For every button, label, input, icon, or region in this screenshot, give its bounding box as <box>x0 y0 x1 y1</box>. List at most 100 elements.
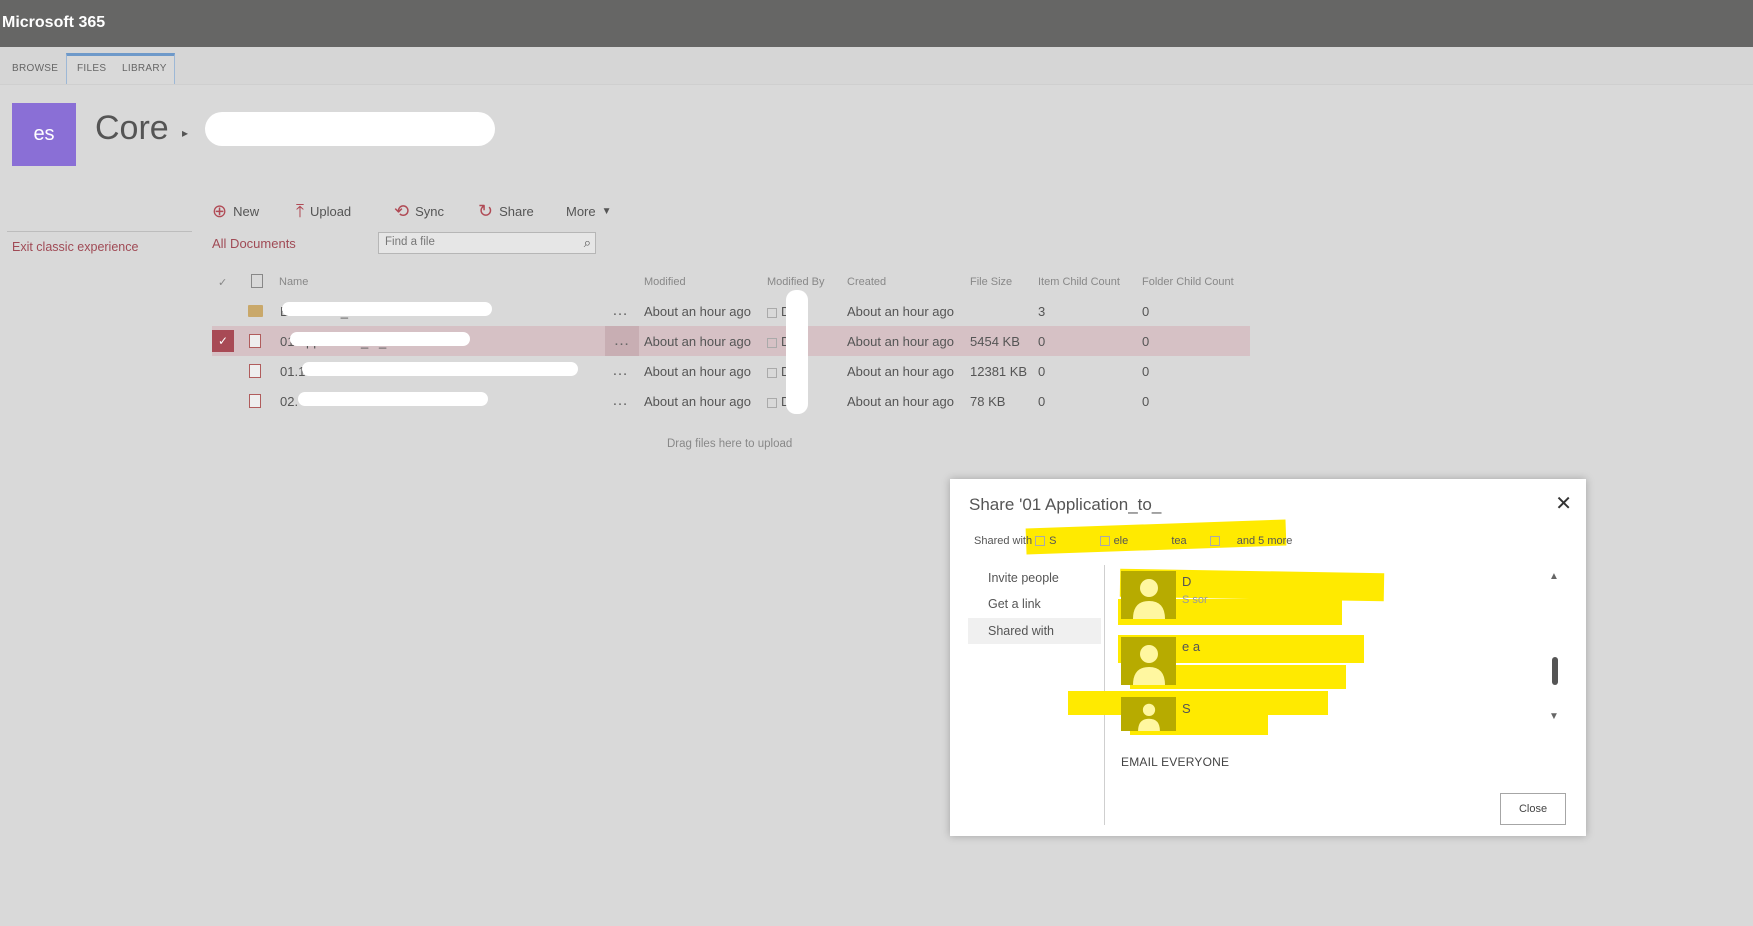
shared-with-summary: Shared with S ele tea and 5 more <box>974 535 1293 547</box>
row-folder-child-count: 0 <box>1142 364 1150 379</box>
row-modified: About an hour ago <box>644 334 751 349</box>
row-file-size: 78 KB <box>970 394 1006 409</box>
close-icon[interactable]: ✕ <box>1555 491 1572 516</box>
close-button[interactable]: Close <box>1500 793 1566 825</box>
search-icon[interactable]: ⌕ <box>584 235 591 251</box>
row-item-child-count: 0 <box>1038 394 1046 409</box>
row-checkbox-checked[interactable]: ✓ <box>212 330 234 352</box>
tab-browse[interactable]: BROWSE <box>12 55 58 83</box>
upload-button[interactable]: ⤒ Upload <box>296 201 351 221</box>
avatar[interactable] <box>1121 637 1176 685</box>
ellipsis-menu-icon[interactable]: … <box>605 326 639 356</box>
tab-library[interactable]: LIBRARY <box>122 55 167 83</box>
avatar[interactable] <box>1121 571 1176 619</box>
redaction-scribble <box>298 392 488 406</box>
exit-classic-link[interactable]: Exit classic experience <box>12 240 138 254</box>
sync-button[interactable]: ⟲ Sync <box>394 201 444 221</box>
row-item-child-count: 3 <box>1038 304 1046 319</box>
person-icon <box>1138 703 1160 731</box>
row-created: About an hour ago <box>847 334 954 349</box>
pdf-file-icon <box>249 364 261 378</box>
plus-circle-icon: ⊕ <box>212 201 228 221</box>
and-more-link[interactable]: and 5 more <box>1237 535 1293 547</box>
row-file-size: 5454 KB <box>970 334 1020 349</box>
row-modified: About an hour ago <box>644 364 751 379</box>
col-modified-by[interactable]: Modified By <box>767 276 824 288</box>
nav-get-a-link[interactable]: Get a link <box>968 591 1101 617</box>
left-nav-divider <box>7 231 192 232</box>
pdf-file-icon <box>249 334 261 348</box>
upload-arrow-icon: ⤒ <box>296 201 304 221</box>
redaction-scribble <box>290 332 470 346</box>
col-created[interactable]: Created <box>847 276 886 288</box>
file-type-icon <box>251 274 263 288</box>
row-folder-child-count: 0 <box>1142 334 1150 349</box>
redaction-scribble <box>205 112 495 146</box>
col-file-size[interactable]: File Size <box>970 276 1012 288</box>
presence-icon <box>767 307 777 318</box>
breadcrumb-chevron-icon: ▸ <box>182 126 189 140</box>
nav-invite-people[interactable]: Invite people <box>968 565 1101 591</box>
ribbon: BROWSE FILES LIBRARY <box>0 47 1753 85</box>
person-title: S sor <box>1182 594 1208 606</box>
person-name: S <box>1182 701 1191 716</box>
avatar[interactable] <box>1121 697 1176 731</box>
select-all-checkbox[interactable]: ✓ <box>218 276 227 289</box>
col-modified[interactable]: Modified <box>644 276 686 288</box>
email-everyone-link[interactable]: EMAIL EVERYONE <box>1121 755 1229 769</box>
row-name[interactable]: 02. <box>280 394 298 409</box>
dialog-title: Share '01 Application_to_ <box>969 495 1162 514</box>
row-modified: About an hour ago <box>644 304 751 319</box>
site-title[interactable]: Core <box>95 109 169 148</box>
share-icon: ↻ <box>478 201 494 221</box>
share-dialog: Share '01 Application_to_ ✕ Shared with … <box>950 479 1586 836</box>
sync-icon: ⟲ <box>394 201 410 221</box>
redaction-scribble <box>786 290 808 414</box>
col-folder-child-count[interactable]: Folder Child Count <box>1142 276 1234 288</box>
new-button[interactable]: ⊕ New <box>212 201 259 221</box>
row-folder-child-count: 0 <box>1142 304 1150 319</box>
view-selector[interactable]: All Documents <box>212 236 296 251</box>
redaction-scribble <box>282 302 492 316</box>
share-button[interactable]: ↻ Share <box>478 201 534 221</box>
scroll-up-icon[interactable]: ▲ <box>1549 571 1559 582</box>
row-item-child-count: 0 <box>1038 334 1046 349</box>
person-icon <box>1133 579 1165 619</box>
presence-icon <box>767 397 777 408</box>
col-name[interactable]: Name <box>279 276 308 288</box>
presence-icon <box>1209 536 1220 547</box>
row-created: About an hour ago <box>847 394 954 409</box>
col-item-child-count[interactable]: Item Child Count <box>1038 276 1120 288</box>
person-icon <box>1133 645 1165 685</box>
highlight-mark <box>1068 691 1328 715</box>
nav-shared-with[interactable]: Shared with <box>968 618 1101 644</box>
ellipsis-menu-icon[interactable]: … <box>612 362 629 380</box>
ellipsis-menu-icon[interactable]: … <box>612 302 629 320</box>
presence-icon <box>767 337 777 348</box>
row-item-child-count: 0 <box>1038 364 1046 379</box>
row-modified: About an hour ago <box>644 394 751 409</box>
presence-icon <box>767 367 777 378</box>
person-name: e a <box>1182 639 1201 654</box>
pdf-file-icon <box>249 394 261 408</box>
more-button[interactable]: More ▼ <box>566 201 612 221</box>
person-name: D <box>1182 574 1192 589</box>
suite-bar: Microsoft 365 <box>0 0 1753 47</box>
presence-icon <box>1035 536 1046 547</box>
presence-icon <box>1099 536 1110 547</box>
row-file-size: 12381 KB <box>970 364 1028 379</box>
folder-icon <box>248 305 263 317</box>
row-folder-child-count: 0 <box>1142 394 1150 409</box>
search-input[interactable]: Find a file ⌕ <box>378 232 596 254</box>
chevron-down-icon: ▼ <box>601 205 612 217</box>
scroll-down-icon[interactable]: ▼ <box>1549 711 1559 722</box>
tab-files[interactable]: FILES <box>77 55 106 83</box>
site-logo[interactable]: es <box>12 103 76 166</box>
app-title[interactable]: Microsoft 365 <box>2 14 105 32</box>
row-created: About an hour ago <box>847 304 954 319</box>
drag-upload-hint: Drag files here to upload <box>667 438 793 450</box>
redaction-scribble <box>302 362 578 376</box>
row-created: About an hour ago <box>847 364 954 379</box>
scrollbar-thumb[interactable] <box>1552 657 1558 685</box>
ellipsis-menu-icon[interactable]: … <box>612 392 629 410</box>
